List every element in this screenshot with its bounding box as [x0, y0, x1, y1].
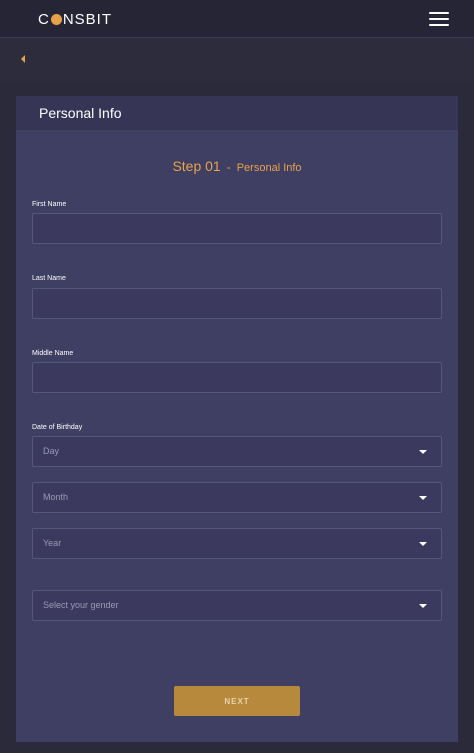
step-indicator: Step 01- Personal Info [16, 158, 458, 174]
last-name-label: Last Name [32, 275, 66, 282]
month-select[interactable]: Month [32, 482, 442, 513]
gender-select[interactable]: Select your gender [32, 590, 442, 621]
step-separator: - [226, 160, 231, 174]
first-name-label: First Name [32, 201, 67, 208]
chevron-down-icon [419, 604, 427, 608]
brand-logo[interactable]: C CNSBIT [38, 11, 112, 28]
sub-navbar [0, 39, 474, 81]
first-name-field[interactable] [32, 213, 442, 244]
month-select-placeholder: Month [43, 492, 69, 502]
year-select-placeholder: Year [43, 538, 62, 548]
personal-info-card: Personal Info Step 01- Personal Info Firs… [16, 96, 458, 742]
date-of-birth-label: Date of Birthday [32, 424, 83, 431]
year-select[interactable]: Year [32, 528, 442, 559]
card-title: Personal Info [39, 105, 122, 121]
card-header: Personal Info [16, 96, 458, 130]
logo-o-dot [50, 14, 62, 25]
day-select-placeholder: Day [43, 446, 60, 456]
step-number: Step 01 [172, 158, 221, 174]
logo-text-suffix: NSBIT [62, 11, 113, 28]
chevron-down-icon [419, 496, 427, 500]
hamburger-menu-icon[interactable] [429, 12, 449, 26]
day-select[interactable]: Day [32, 436, 442, 467]
middle-name-label: Middle Name [32, 350, 74, 357]
gender-select-placeholder: Select your gender [43, 600, 119, 610]
step-label: Personal Info [236, 162, 302, 174]
chevron-down-icon [419, 450, 427, 454]
middle-name-field[interactable] [32, 362, 442, 393]
logo-c: C [38, 11, 50, 28]
back-arrow-icon[interactable] [21, 55, 25, 63]
last-name-field[interactable] [32, 288, 442, 319]
next-button[interactable]: NEXT [174, 686, 300, 716]
top-navbar: C CNSBIT [0, 0, 474, 38]
chevron-down-icon [419, 542, 427, 546]
